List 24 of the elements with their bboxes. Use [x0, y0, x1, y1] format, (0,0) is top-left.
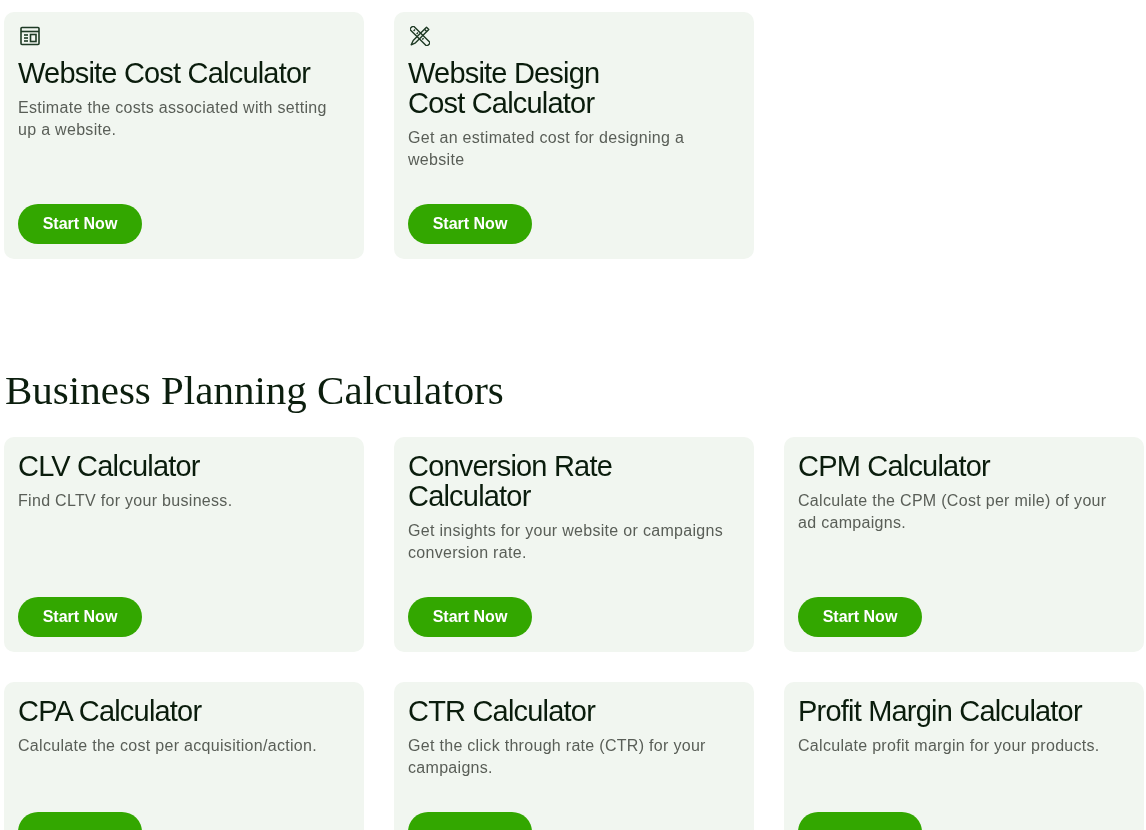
- card-description: Estimate the costs associated with setting up a website.: [18, 98, 328, 140]
- card-title: CPM Calculator: [798, 451, 990, 481]
- card-title: Website Cost Calculator: [18, 58, 311, 88]
- layout-icon: [20, 26, 40, 46]
- card-description: Get an estimated cost for designing a website: [408, 128, 686, 170]
- card-title: CPA Calculator: [18, 696, 202, 726]
- card-title: Profit Margin Calculator: [798, 696, 1082, 726]
- card-description: Find CLTV for your business.: [18, 491, 233, 511]
- card-title: CTR Calculator: [408, 696, 595, 726]
- section-heading: Business Planning Calculators: [5, 366, 504, 415]
- card-description: Calculate the CPM (Cost per mile) of your ad campaigns.: [798, 491, 1108, 533]
- card-description: Calculate the cost per acquisition/action.: [18, 736, 317, 756]
- start-now-button[interactable]: Start Now: [408, 597, 532, 637]
- start-now-button[interactable]: Start Now: [18, 597, 142, 637]
- card-title: Website Design Cost Calculator: [408, 58, 600, 118]
- pencil-ruler-icon: [410, 26, 430, 46]
- card-title: Conversion Rate Calculator: [408, 451, 612, 511]
- card-description: Get insights for your website or campaigns conversion rate.: [408, 521, 724, 563]
- card-description: Get the click through rate (CTR) for your campaigns.: [408, 736, 707, 778]
- card-title: CLV Calculator: [18, 451, 200, 481]
- start-now-button[interactable]: Start Now: [798, 597, 922, 637]
- card-description: Calculate profit margin for your products.: [798, 736, 1100, 756]
- start-now-button[interactable]: Start Now: [408, 204, 532, 244]
- start-now-button[interactable]: Start Now: [18, 204, 142, 244]
